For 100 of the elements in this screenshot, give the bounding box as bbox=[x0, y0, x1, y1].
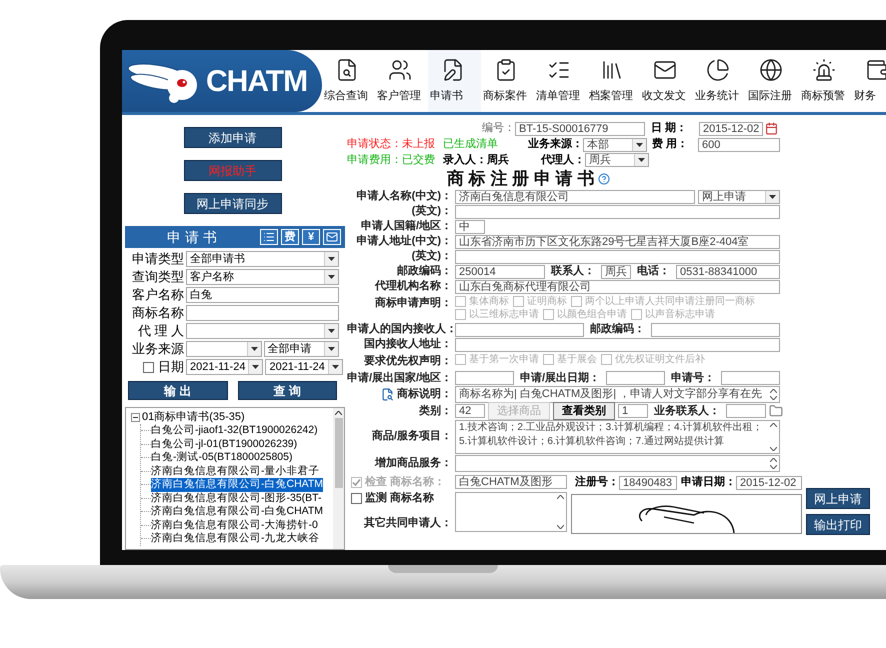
tree-item[interactable]: 济南白兔信息有限公司-九龙大峡谷 bbox=[151, 532, 320, 546]
dropdown-field[interactable]: 本部 bbox=[583, 138, 647, 152]
input-field[interactable]: 1 bbox=[618, 404, 648, 418]
nav-icon bbox=[865, 58, 886, 82]
input-field[interactable]: 山东省济南市历下区文化东路29号七星吉祥大厦B座2-404室 bbox=[455, 234, 780, 248]
field-label: 邮政编码： bbox=[396, 264, 453, 280]
input-field[interactable]: 2015-12-02 bbox=[736, 476, 802, 490]
input-field[interactable] bbox=[721, 371, 780, 385]
text-area[interactable]: 1.技术咨询；2.工业品外观设计；3.计算机编程；4.计算机软件出租；5.计算机软件设计；6.计算机软件咨询；7.通过网站提供计算 bbox=[455, 420, 780, 454]
input-field[interactable]: 18490483 bbox=[619, 476, 677, 490]
field-label: 申请/展出日期： bbox=[518, 370, 602, 386]
text-field[interactable]: 商标名称为| 白兔CHATM及图形| ，申请人对文字部分享有在先 bbox=[455, 386, 780, 403]
toolbar-button[interactable]: ¥ bbox=[302, 229, 320, 245]
nav-tab[interactable]: 申请书 bbox=[428, 50, 481, 112]
field-label: 申请号： bbox=[670, 370, 716, 386]
dropdown-field[interactable]: 全部申请 bbox=[264, 341, 339, 357]
input-field[interactable]: 中 bbox=[455, 220, 485, 234]
input-field[interactable] bbox=[455, 322, 584, 336]
field-label: 申请人国籍/地区： bbox=[360, 218, 453, 234]
checkbox-label: 检查 商标名称： bbox=[365, 474, 446, 490]
input-field[interactable]: 2015-12-02 bbox=[699, 122, 763, 136]
document-search-icon[interactable] bbox=[381, 388, 394, 401]
input-field[interactable]: BT-15-S00016779 bbox=[515, 122, 645, 136]
field-label: 电话： bbox=[636, 264, 671, 280]
nav-tab[interactable]: 清单管理 bbox=[534, 50, 587, 112]
side-button[interactable]: 输出打印 bbox=[806, 514, 870, 535]
nav-tab[interactable]: 业务统计 bbox=[693, 50, 746, 112]
nav-icon bbox=[388, 58, 412, 82]
dropdown-field[interactable]: 周兵 bbox=[585, 153, 649, 167]
nav-tab[interactable]: 收文发文 bbox=[640, 50, 693, 112]
dropdown-field[interactable]: 2021-11-24 bbox=[186, 359, 264, 375]
scroll-up-icon[interactable] bbox=[335, 411, 342, 415]
tree-item[interactable]: 白兔-测试-05(BT1800025805) bbox=[151, 451, 292, 464]
collapse-icon[interactable] bbox=[131, 412, 140, 422]
input-field[interactable]: 白兔CHATM及图形 bbox=[455, 474, 567, 488]
field-label: 申请人地址(中文)： bbox=[356, 234, 453, 250]
input-field[interactable]: 0531-88341000 bbox=[676, 264, 780, 278]
side-button[interactable]: 网上申请 bbox=[806, 488, 870, 509]
field-label: 申请/展出国家/地区： bbox=[347, 370, 454, 386]
checkbox-label: 优先权证明文件后补 bbox=[615, 353, 705, 366]
input-field[interactable] bbox=[455, 371, 514, 385]
dropdown-field[interactable] bbox=[186, 323, 339, 339]
spin-arrows-icon[interactable] bbox=[767, 387, 779, 402]
input-field[interactable]: 白兔 bbox=[186, 287, 339, 303]
input-field[interactable]: 山东白兔商标代理有限公司 bbox=[455, 280, 780, 294]
checkbox-label: 监测 商标名称 bbox=[365, 490, 434, 506]
input-field[interactable] bbox=[186, 305, 339, 321]
tree-item[interactable]: 白兔公司-jl-01(BT1900026239) bbox=[151, 438, 298, 451]
nav-tab[interactable]: 档案管理 bbox=[587, 50, 640, 112]
field-label: 其它共同申请人： bbox=[363, 516, 453, 530]
nav-tab[interactable]: 商标案件 bbox=[481, 50, 534, 112]
text-field[interactable] bbox=[455, 455, 780, 472]
query-button[interactable]: 输 出 bbox=[128, 381, 228, 400]
tree-item[interactable]: 济南白兔信息有限公司-图形-35(BT- bbox=[151, 492, 322, 505]
toolbar-button[interactable]: 费 bbox=[281, 229, 299, 245]
action-button[interactable]: 网上申请同步 bbox=[184, 193, 282, 214]
nav-tab[interactable]: 财务 bbox=[852, 50, 886, 112]
input-field[interactable] bbox=[606, 371, 666, 385]
input-field[interactable] bbox=[651, 322, 780, 336]
field-label: 商标申请声明： bbox=[374, 296, 453, 311]
input-field[interactable]: 600 bbox=[698, 138, 780, 152]
input-field[interactable]: 周兵 bbox=[601, 264, 631, 278]
help-icon[interactable] bbox=[598, 172, 610, 184]
input-field[interactable]: 250014 bbox=[455, 264, 545, 278]
toolbar-button[interactable] bbox=[260, 229, 278, 245]
dropdown-field[interactable]: 客户名称 bbox=[186, 269, 339, 285]
input-field[interactable] bbox=[726, 404, 766, 418]
scrollbar[interactable] bbox=[333, 408, 344, 549]
tree-item[interactable]: 济南白兔信息有限公司-白兔CHATM bbox=[151, 478, 324, 492]
nav-tab[interactable]: 国际注册 bbox=[746, 50, 799, 112]
form-button[interactable]: 查看类别 bbox=[553, 402, 615, 420]
dropdown-field[interactable]: 全部申请书 bbox=[186, 251, 339, 267]
folder-icon[interactable] bbox=[769, 404, 783, 418]
toolbar-button[interactable] bbox=[323, 229, 341, 245]
tree-node[interactable]: 01商标申请书(35-35) bbox=[142, 410, 245, 424]
dropdown-field[interactable]: 网上申请 bbox=[698, 190, 780, 204]
query-button[interactable]: 查 询 bbox=[238, 381, 337, 400]
input-field[interactable] bbox=[455, 204, 780, 218]
tree-item[interactable]: 济南白兔信息有限公司-量小非君子 bbox=[151, 464, 320, 478]
tree-item[interactable]: 济南白兔信息有限公司-白兔CHATM bbox=[151, 505, 324, 518]
calendar-icon[interactable] bbox=[765, 122, 778, 135]
field-label: 申请日期： bbox=[681, 474, 736, 490]
input-field[interactable]: 济南白兔信息有限公司 bbox=[455, 190, 695, 204]
nav-tab[interactable]: 综合查询 bbox=[322, 50, 375, 112]
input-field[interactable] bbox=[455, 250, 780, 264]
nav-tab[interactable]: 商标预警 bbox=[799, 50, 852, 112]
input-field[interactable]: 42 bbox=[455, 404, 485, 418]
tree-item[interactable]: 白兔公司-jiaof1-32(BT1900026242) bbox=[151, 424, 318, 438]
input-field[interactable] bbox=[455, 338, 780, 352]
checkbox[interactable] bbox=[351, 493, 362, 504]
checkbox[interactable] bbox=[143, 362, 154, 372]
dropdown-field[interactable] bbox=[186, 341, 262, 357]
checkbox-label: 以三维标志申请 bbox=[469, 308, 539, 321]
action-button[interactable]: 添加申请 bbox=[184, 127, 282, 148]
nav-tab[interactable]: 客户管理 bbox=[375, 50, 428, 112]
field-label: (英文)： bbox=[410, 248, 453, 264]
tree-item[interactable]: 济南白兔信息有限公司-大海捞针-0 bbox=[151, 518, 318, 532]
dropdown-field[interactable]: 2021-11-24 bbox=[265, 359, 343, 375]
spin-arrows-icon[interactable] bbox=[767, 456, 779, 471]
field-label: 申请人名称(中文)： bbox=[356, 188, 453, 204]
